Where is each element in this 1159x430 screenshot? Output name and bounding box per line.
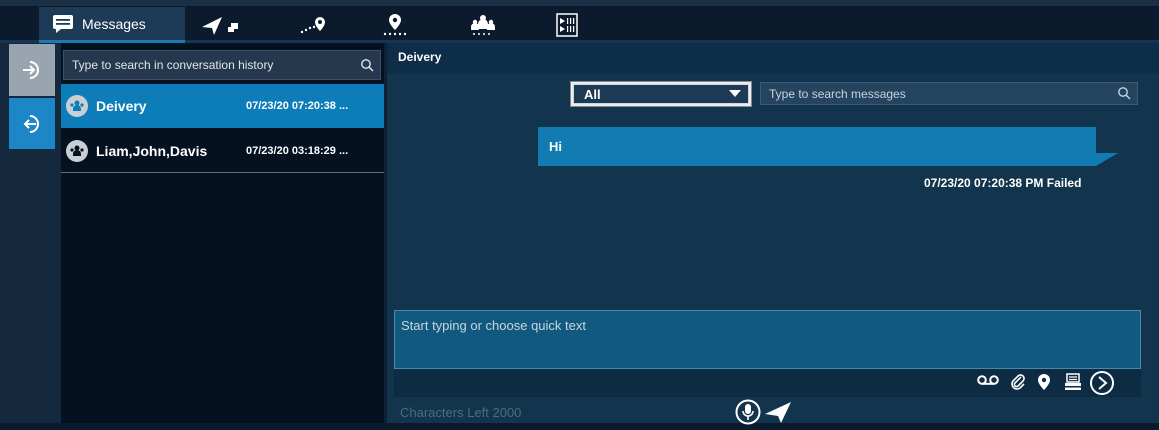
messages-icon (53, 14, 73, 33)
microphone-icon (735, 399, 761, 425)
paperclip-icon (1011, 374, 1025, 390)
chevron-down-icon (729, 90, 741, 97)
search-icon (1118, 87, 1131, 100)
tab-messages[interactable]: Messages (39, 7, 185, 43)
conversation-name: Deivery (96, 98, 147, 114)
compose-textarea[interactable]: Start typing or choose quick text (394, 310, 1141, 369)
tab-messages-label: Messages (82, 15, 146, 32)
send-icon (765, 402, 791, 423)
sign-in-icon (23, 61, 39, 79)
compose-toolbar (394, 369, 1141, 397)
play-circle-icon (1090, 371, 1114, 395)
chat-title: Deivery (387, 43, 1159, 74)
sign-out-icon (23, 114, 39, 133)
top-tab-bar: Messages (0, 0, 1159, 43)
share-location-button[interactable] (1037, 373, 1051, 391)
group-avatar (66, 95, 88, 117)
message-bubble-tail (1096, 153, 1118, 166)
conversation-time: 07/23/20 03:18:29 ... (246, 144, 349, 157)
characters-left: Characters Left 2000 (400, 405, 522, 420)
conversation-item[interactable]: Deivery 07/23/20 07:20:38 ... (61, 84, 384, 128)
left-rail (0, 43, 61, 423)
search-icon (361, 59, 374, 72)
quick-text-button[interactable] (1064, 373, 1082, 391)
conversation-list-panel: Type to search in conversation history D… (61, 43, 384, 423)
route-icon (300, 17, 325, 34)
voicemail-icon (977, 375, 999, 385)
tab-navigate[interactable] (190, 7, 250, 43)
message-search-placeholder: Type to search messages (769, 87, 906, 101)
navigate-icon (202, 17, 238, 35)
conversation-search-input[interactable]: Type to search in conversation history (63, 50, 381, 80)
tab-location[interactable] (375, 7, 415, 43)
group-avatar-icon (70, 100, 84, 111)
microphone-button[interactable] (735, 399, 761, 430)
top-strip (0, 0, 1159, 6)
voicemail-button[interactable] (977, 373, 999, 387)
tab-media[interactable] (547, 7, 587, 43)
attach-button[interactable] (1010, 373, 1026, 391)
group-avatar (66, 139, 88, 162)
sign-in-button[interactable] (9, 44, 55, 96)
group-avatar-icon (70, 145, 84, 156)
message-bubble[interactable]: Hi (538, 127, 1096, 166)
conversation-time: 07/23/20 07:20:38 ... (246, 100, 349, 112)
sign-out-button[interactable] (9, 98, 55, 149)
conversation-search-placeholder: Type to search in conversation history (72, 58, 274, 72)
send-button[interactable] (763, 400, 793, 429)
location-pin-icon (383, 14, 407, 36)
group-icon (471, 15, 495, 35)
tab-route[interactable] (293, 7, 333, 43)
location-pin-icon (1038, 374, 1050, 390)
conversation-name: Liam,John,Davis (96, 142, 208, 159)
printer-icon (1065, 373, 1081, 390)
message-filter-value: All (573, 84, 749, 104)
media-icon (556, 13, 578, 37)
tab-group[interactable] (463, 7, 503, 43)
conversation-item[interactable]: Liam,John,Davis 07/23/20 03:18:29 ... (61, 129, 384, 173)
message-search-input[interactable]: Type to search messages (760, 82, 1138, 105)
send-circle-button[interactable] (1089, 370, 1115, 396)
compose-placeholder: Start typing or choose quick text (401, 318, 586, 333)
message-status: 07/23/20 07:20:38 PM Failed (924, 176, 1082, 190)
message-filter-select[interactable]: All (570, 81, 752, 107)
chat-panel: Deivery All Type to search messages Hi 0… (387, 43, 1159, 425)
